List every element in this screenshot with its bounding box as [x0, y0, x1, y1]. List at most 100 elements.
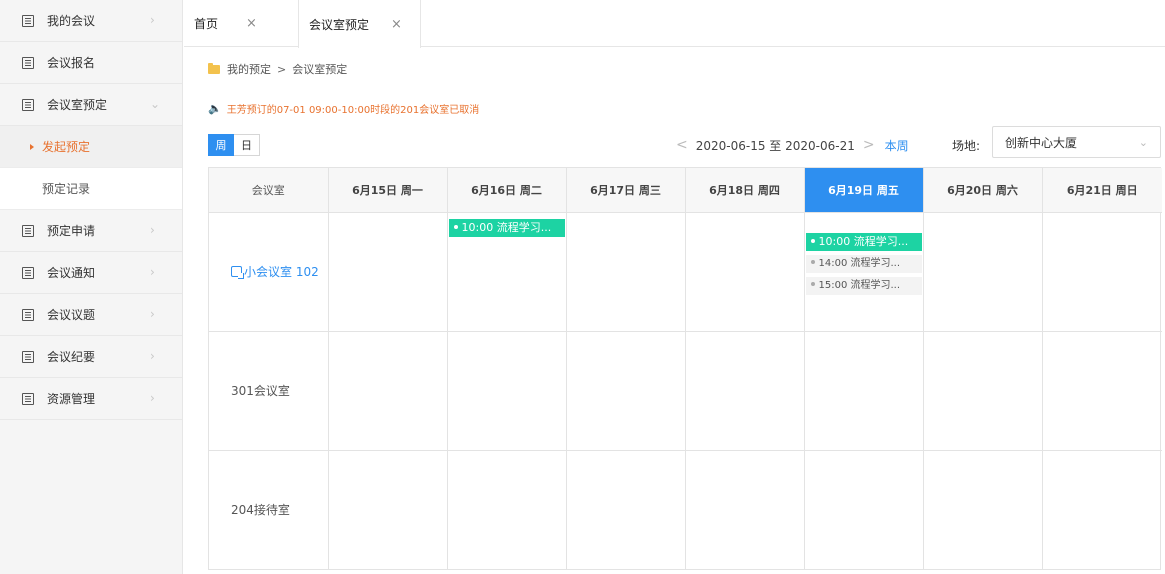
calendar-cell[interactable]	[923, 331, 1043, 451]
calendar-cell[interactable]	[328, 331, 448, 451]
list-icon	[22, 14, 34, 27]
edit-icon	[231, 266, 244, 279]
sidebar-subitem-new-booking[interactable]: 发起预定	[0, 126, 182, 168]
calendar-cell[interactable]	[1042, 331, 1162, 451]
sidebar-item-label: 预定申请	[47, 224, 96, 238]
tab-room-booking[interactable]: 会议室预定 ×	[298, 0, 421, 48]
tab-home[interactable]: 首页 ×	[184, 0, 298, 47]
booking-calendar: 会议室 6月15日 周一 6月16日 周二 6月17日 周三 6月18日 周四 …	[208, 167, 1162, 570]
cancellation-notice: 🔈 王芳预订的07-01 09:00-10:00时段的201会议室已取消	[208, 101, 479, 116]
calendar-cell[interactable]	[685, 331, 805, 451]
breadcrumb-current: 会议室预定	[292, 63, 348, 76]
calendar-cell[interactable]	[685, 212, 805, 332]
room-name: 301会议室	[231, 384, 290, 398]
sidebar-item-meeting-minutes[interactable]: 会议纪要 ›	[0, 336, 182, 378]
sidebar-item-label: 会议报名	[47, 56, 96, 70]
dot-icon	[453, 224, 458, 229]
chevron-right-icon: ›	[150, 223, 155, 237]
venue-selected-value: 创新中心大厦	[1005, 135, 1078, 150]
dot-icon	[810, 259, 815, 264]
list-icon	[22, 56, 34, 69]
folder-icon	[208, 62, 220, 74]
sidebar-item-meeting-notices[interactable]: 会议通知 ›	[0, 252, 182, 294]
sidebar-item-label: 会议室预定	[47, 98, 108, 112]
calendar-cell[interactable]: 10:00 流程学习... 14:00 流程学习... 15:00 流程学习..…	[804, 212, 924, 332]
breadcrumb-parent[interactable]: 我的预定	[227, 61, 271, 77]
list-icon	[22, 98, 34, 111]
sidebar-item-booking-requests[interactable]: 预定申请 ›	[0, 210, 182, 252]
tab-bar: 首页 × 会议室预定 ×	[184, 0, 1165, 48]
event-label: 10:00 流程学习...	[818, 234, 909, 248]
calendar-cell[interactable]	[328, 450, 448, 569]
sidebar-item-resource-management[interactable]: 资源管理 ›	[0, 378, 182, 420]
dot-icon	[810, 281, 815, 286]
calendar-cell[interactable]	[328, 212, 448, 332]
breadcrumb-separator: >	[277, 62, 287, 76]
next-week-icon[interactable]: >	[859, 137, 879, 153]
tab-label: 首页	[194, 17, 219, 31]
week-view-button[interactable]: 周	[208, 134, 234, 156]
calendar-cell[interactable]	[447, 331, 567, 451]
calendar-cell[interactable]	[1042, 450, 1162, 569]
calendar-cell[interactable]	[804, 450, 924, 569]
sidebar-item-meeting-topics[interactable]: 会议议题 ›	[0, 294, 182, 336]
sidebar-item-label: 发起预定	[42, 140, 91, 154]
header-day-sun: 6月21日 周日	[1042, 168, 1162, 213]
header-day-mon: 6月15日 周一	[328, 168, 448, 213]
date-navigator: < 2020-06-15 至 2020-06-21 > 本周	[672, 135, 909, 155]
list-icon	[22, 392, 34, 405]
event-label: 14:00 流程学习...	[818, 257, 901, 269]
chevron-right-icon: ›	[150, 307, 155, 321]
room-cell: 204接待室	[209, 450, 329, 569]
speaker-icon: 🔈	[208, 102, 222, 115]
view-toggle: 周 日	[208, 134, 260, 156]
event-chip[interactable]: 10:00 流程学习...	[805, 232, 922, 251]
header-day-sat: 6月20日 周六	[923, 168, 1043, 213]
room-name: 小会议室 102	[244, 265, 319, 279]
calendar-cell[interactable]	[447, 450, 567, 569]
chevron-down-icon: ⌄	[1138, 136, 1148, 149]
day-view-button[interactable]: 日	[234, 134, 260, 156]
sidebar-subitem-booking-records[interactable]: 预定记录	[0, 168, 182, 210]
calendar-cell[interactable]	[804, 331, 924, 451]
list-icon	[22, 224, 34, 237]
header-day-fri-today: 6月19日 周五	[804, 168, 924, 213]
calendar-cell[interactable]	[566, 331, 686, 451]
event-label: 10:00 流程学习...	[461, 220, 552, 234]
sidebar-item-room-booking[interactable]: 会议室预定 ⌄	[0, 84, 182, 126]
calendar-cell[interactable]	[1042, 212, 1162, 332]
sidebar-item-label: 会议议题	[47, 308, 96, 322]
list-icon	[22, 266, 34, 279]
sidebar-item-label: 会议纪要	[47, 350, 96, 364]
chevron-right-icon: ›	[150, 13, 155, 27]
room-link[interactable]: 小会议室 102	[231, 263, 327, 280]
chevron-right-icon: ›	[150, 265, 155, 279]
sidebar-item-label: 我的会议	[47, 14, 96, 28]
calendar-cell[interactable]	[923, 212, 1043, 332]
tab-label: 会议室预定	[309, 17, 370, 32]
header-day-tue: 6月16日 周二	[447, 168, 567, 213]
breadcrumb: 我的预定 > 会议室预定	[208, 61, 347, 77]
room-row: 204接待室	[209, 450, 1162, 569]
dot-icon	[810, 238, 815, 243]
sidebar-item-label: 资源管理	[47, 392, 96, 406]
event-chip[interactable]: 14:00 流程学习...	[805, 254, 922, 273]
calendar-cell[interactable]	[685, 450, 805, 569]
sidebar-item-meeting-signup[interactable]: 会议报名	[0, 42, 182, 84]
event-chip[interactable]: 10:00 流程学习...	[448, 218, 565, 237]
prev-week-icon[interactable]: <	[672, 137, 692, 153]
close-icon[interactable]: ×	[246, 16, 257, 31]
this-week-link[interactable]: 本周	[885, 137, 909, 154]
room-cell: 小会议室 102	[209, 212, 329, 332]
sidebar-item-my-meetings[interactable]: 我的会议 ›	[0, 0, 182, 42]
calendar-cell[interactable]	[566, 212, 686, 332]
event-chip[interactable]: 15:00 流程学习...	[805, 276, 922, 295]
venue-select[interactable]: 创新中心大厦 ⌄	[992, 126, 1161, 158]
calendar-cell[interactable]	[566, 450, 686, 569]
calendar-cell[interactable]	[923, 450, 1043, 569]
venue-label: 场地:	[952, 139, 981, 153]
calendar-cell[interactable]: 10:00 流程学习...	[447, 212, 567, 332]
sidebar-item-label: 会议通知	[47, 266, 96, 280]
sidebar-item-label: 预定记录	[42, 182, 91, 196]
close-icon[interactable]: ×	[391, 17, 402, 32]
